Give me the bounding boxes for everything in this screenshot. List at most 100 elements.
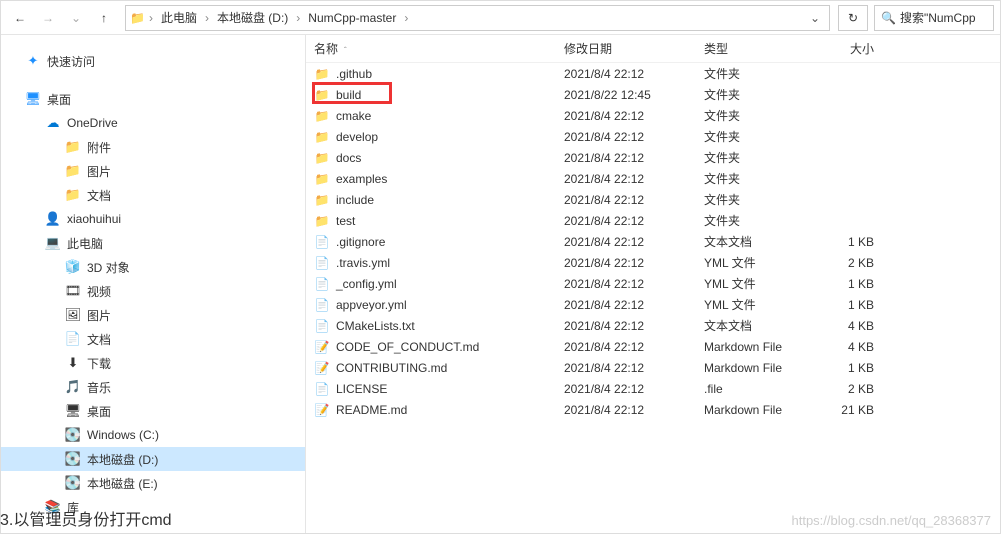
tree-item[interactable]: 🎞视频	[1, 279, 305, 303]
file-row[interactable]: 📝README.md2021/8/4 22:12Markdown File21 …	[306, 399, 1000, 420]
file-date: 2021/8/4 22:12	[564, 235, 704, 249]
file-name: include	[336, 193, 374, 207]
file-type: 文件夹	[704, 191, 814, 208]
tree-label: 快速访问	[47, 53, 95, 70]
tree-item[interactable]: 💽本地磁盘 (D:)	[1, 447, 305, 471]
col-date[interactable]: 修改日期	[564, 40, 704, 57]
file-row[interactable]: 📁develop2021/8/4 22:12文件夹	[306, 126, 1000, 147]
file-icon: 📄	[314, 318, 330, 334]
file-row[interactable]: 📄LICENSE2021/8/4 22:12.file2 KB	[306, 378, 1000, 399]
col-type[interactable]: 类型	[704, 40, 814, 57]
address-dropdown-icon[interactable]: ⌄	[805, 11, 825, 25]
tree-user[interactable]: 👤 xiaohuihui	[1, 207, 305, 231]
page-caption: 3.以管理员身份打开cmd	[0, 506, 172, 530]
file-row[interactable]: 📄CMakeLists.txt2021/8/4 22:12文本文档4 KB	[306, 315, 1000, 336]
file-row[interactable]: 📁docs2021/8/4 22:12文件夹	[306, 147, 1000, 168]
tree-label: 音乐	[87, 379, 111, 396]
tree-item[interactable]: 💽Windows (C:)	[1, 423, 305, 447]
file-row[interactable]: 📁build2021/8/22 12:45文件夹	[306, 84, 1000, 105]
forward-button[interactable]: →	[35, 5, 61, 31]
search-input[interactable]: 🔍 搜索"NumCpp	[874, 5, 994, 31]
tree-quick-access[interactable]: ✦ 快速访问	[1, 49, 305, 73]
file-date: 2021/8/22 12:45	[564, 88, 704, 102]
file-type: YML 文件	[704, 296, 814, 313]
recent-dropdown-icon[interactable]: ⌄	[63, 5, 89, 31]
tree-item[interactable]: 💽本地磁盘 (E:)	[1, 471, 305, 495]
file-list[interactable]: 名称ˆ 修改日期 类型 大小 📁.github2021/8/4 22:12文件夹…	[306, 35, 1000, 533]
file-row[interactable]: 📁examples2021/8/4 22:12文件夹	[306, 168, 1000, 189]
file-icon: 📁	[314, 129, 330, 145]
tree-item[interactable]: ⬇下载	[1, 351, 305, 375]
tree-desktop[interactable]: 🖥 桌面	[1, 87, 305, 111]
file-name: .github	[336, 67, 372, 81]
up-button[interactable]: ↑	[91, 5, 117, 31]
tree-item[interactable]: 📄 文档	[1, 327, 305, 351]
folder-icon: 📁	[65, 139, 81, 155]
file-row[interactable]: 📁test2021/8/4 22:12文件夹	[306, 210, 1000, 231]
file-row[interactable]: 📄.travis.yml2021/8/4 22:12YML 文件2 KB	[306, 252, 1000, 273]
tree-label: 视频	[87, 283, 111, 300]
file-icon: 📄	[314, 234, 330, 250]
toolbar: ← → ⌄ ↑ 📁 › 此电脑 › 本地磁盘 (D:) › NumCpp-mas…	[1, 1, 1000, 35]
breadcrumb-item[interactable]: 本地磁盘 (D:)	[213, 6, 292, 30]
file-row[interactable]: 📁include2021/8/4 22:12文件夹	[306, 189, 1000, 210]
file-row[interactable]: 📝CONTRIBUTING.md2021/8/4 22:12Markdown F…	[306, 357, 1000, 378]
back-button[interactable]: ←	[7, 5, 33, 31]
file-name: build	[336, 88, 361, 102]
file-size: 1 KB	[814, 277, 884, 291]
file-size: 4 KB	[814, 340, 884, 354]
file-type: 文件夹	[704, 128, 814, 145]
file-row[interactable]: 📝CODE_OF_CONDUCT.md2021/8/4 22:12Markdow…	[306, 336, 1000, 357]
tree-label: 文档	[87, 331, 111, 348]
file-row[interactable]: 📁cmake2021/8/4 22:12文件夹	[306, 105, 1000, 126]
file-name: docs	[336, 151, 361, 165]
tree-label: 桌面	[87, 403, 111, 420]
tree-item[interactable]: 📁图片	[1, 159, 305, 183]
tree-item[interactable]: 🎵音乐	[1, 375, 305, 399]
file-icon: 📄	[314, 255, 330, 271]
nav-tree[interactable]: ✦ 快速访问 🖥 桌面 ☁ OneDrive 📁 附件 📁图片📁文档 👤 xiaoh…	[1, 35, 306, 533]
drive-icon: ⬇	[65, 355, 81, 371]
file-row[interactable]: 📄appveyor.yml2021/8/4 22:12YML 文件1 KB	[306, 294, 1000, 315]
file-name: README.md	[336, 403, 407, 417]
drive-icon: 📄	[65, 331, 81, 347]
file-row[interactable]: 📄.gitignore2021/8/4 22:12文本文档1 KB	[306, 231, 1000, 252]
file-date: 2021/8/4 22:12	[564, 382, 704, 396]
file-row[interactable]: 📄_config.yml2021/8/4 22:12YML 文件1 KB	[306, 273, 1000, 294]
star-icon: ✦	[25, 53, 41, 69]
tree-item[interactable]: 📁 附件	[1, 135, 305, 159]
tree-item[interactable]: 🧊3D 对象	[1, 255, 305, 279]
file-name: appveyor.yml	[336, 298, 407, 312]
cloud-icon: ☁	[45, 115, 61, 131]
file-date: 2021/8/4 22:12	[564, 193, 704, 207]
file-name: .travis.yml	[336, 256, 390, 270]
col-size[interactable]: 大小	[814, 40, 884, 57]
tree-label: 附件	[87, 139, 111, 156]
tree-item[interactable]: 📁文档	[1, 183, 305, 207]
breadcrumb-item[interactable]: 此电脑	[157, 6, 201, 30]
file-date: 2021/8/4 22:12	[564, 403, 704, 417]
file-row[interactable]: 📁.github2021/8/4 22:12文件夹	[306, 63, 1000, 84]
refresh-button[interactable]: ↻	[838, 5, 868, 31]
tree-onedrive[interactable]: ☁ OneDrive	[1, 111, 305, 135]
file-name: .gitignore	[336, 235, 385, 249]
file-date: 2021/8/4 22:12	[564, 214, 704, 228]
tree-label: 图片	[87, 163, 111, 180]
breadcrumb-item[interactable]: NumCpp-master	[304, 6, 400, 30]
tree-label: OneDrive	[67, 116, 118, 130]
address-bar[interactable]: 📁 › 此电脑 › 本地磁盘 (D:) › NumCpp-master › ⌄	[125, 5, 830, 31]
file-date: 2021/8/4 22:12	[564, 298, 704, 312]
file-type: .file	[704, 382, 814, 396]
file-date: 2021/8/4 22:12	[564, 277, 704, 291]
tree-this-pc[interactable]: 💻 此电脑	[1, 231, 305, 255]
col-name[interactable]: 名称ˆ	[314, 40, 564, 57]
tree-item[interactable]: 🖥桌面	[1, 399, 305, 423]
search-placeholder: 搜索"NumCpp	[900, 9, 976, 26]
tree-label: xiaohuihui	[67, 212, 121, 226]
main-area: ✦ 快速访问 🖥 桌面 ☁ OneDrive 📁附件📁图片📁文档 👤 xiaoh…	[1, 35, 1000, 533]
file-size: 4 KB	[814, 319, 884, 333]
file-type: 文本文档	[704, 317, 814, 334]
file-name: CMakeLists.txt	[336, 319, 415, 333]
file-name: test	[336, 214, 355, 228]
tree-item[interactable]: 🖼图片	[1, 303, 305, 327]
